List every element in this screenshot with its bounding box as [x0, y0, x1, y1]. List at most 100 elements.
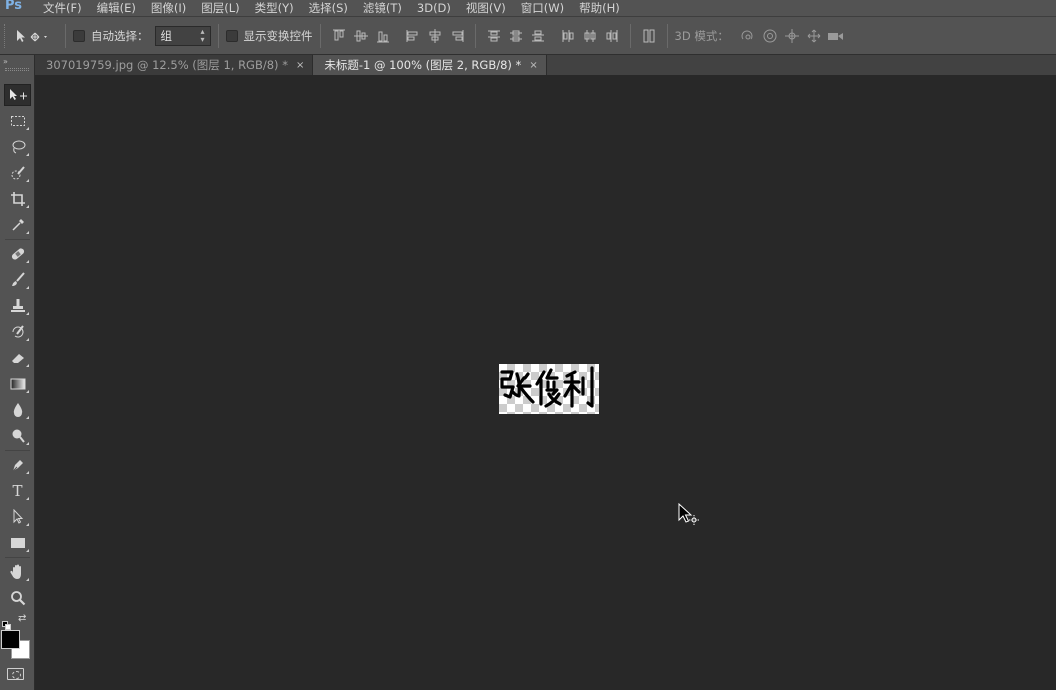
- blur-tool[interactable]: [4, 399, 31, 421]
- menu-file[interactable]: 文件(F): [36, 2, 90, 14]
- menu-help[interactable]: 帮助(H): [572, 2, 628, 14]
- distribute-bottom-edges-button[interactable]: [527, 25, 549, 47]
- separator: [65, 23, 66, 48]
- auto-select-checkbox[interactable]: [73, 29, 85, 42]
- type-tool[interactable]: T: [4, 480, 31, 502]
- distribute-left-icon: [562, 29, 573, 42]
- hand-tool[interactable]: [4, 561, 31, 583]
- rectangle-icon: [10, 538, 25, 548]
- move-cursor-icon: [678, 502, 702, 533]
- align-vertical-centers-button[interactable]: [350, 25, 372, 47]
- auto-select-dropdown[interactable]: 组 ▴ ▾: [154, 25, 211, 46]
- separator: [217, 23, 219, 48]
- menu-window[interactable]: 窗口(W): [514, 2, 572, 14]
- tab-untitled-1[interactable]: 未标题-1 @ 100% (图层 2, RGB/8) * ×: [313, 55, 547, 75]
- tab-307019759[interactable]: 307019759.jpg @ 12.5% (图层 1, RGB/8) * ×: [35, 55, 314, 75]
- toolbox-grip[interactable]: [5, 68, 29, 71]
- clone-stamp-tool[interactable]: [4, 295, 31, 317]
- divider: [5, 239, 30, 240]
- crop-tool[interactable]: [4, 188, 31, 210]
- distribute-right-edges-button[interactable]: [601, 25, 623, 47]
- 3d-roll-icon: [763, 29, 777, 42]
- brush-icon: [11, 272, 25, 286]
- zoom-tool[interactable]: [4, 587, 31, 609]
- move-tool-icon: [17, 29, 47, 42]
- lasso-tool[interactable]: [4, 136, 31, 158]
- align-left-icon: [406, 29, 417, 42]
- eyedropper-tool[interactable]: [4, 214, 31, 236]
- auto-select-label: 自动选择：: [91, 28, 149, 43]
- distribute-horizontal-centers-button[interactable]: [579, 25, 601, 47]
- stamp-icon: [10, 299, 25, 312]
- auto-align-layers-button[interactable]: [638, 25, 660, 47]
- 3d-rotate-button[interactable]: [737, 25, 759, 47]
- tab-label: 未标题-1 @ 100% (图层 2, RGB/8) *: [324, 58, 522, 72]
- 3d-drag-button[interactable]: [781, 25, 803, 47]
- distribute-left-edges-button[interactable]: [557, 25, 579, 47]
- rectangular-marquee-tool[interactable]: [4, 110, 31, 132]
- menu-edit[interactable]: 编辑(E): [90, 2, 144, 14]
- 3d-roll-button[interactable]: [759, 25, 781, 47]
- distribute-top-edges-button[interactable]: [483, 25, 505, 47]
- menu-view[interactable]: 视图(V): [459, 2, 514, 14]
- align-top-edges-button[interactable]: [328, 25, 350, 47]
- distribute-hcenter-icon: [584, 29, 595, 42]
- bandage-icon: [11, 248, 24, 260]
- separator: [319, 23, 321, 48]
- align-bottom-icon: [376, 31, 389, 42]
- signature-image: [500, 366, 594, 408]
- show-transform-controls-checkbox[interactable]: [225, 29, 238, 42]
- menu-image[interactable]: 图像(I): [144, 2, 194, 14]
- dodge-tool[interactable]: [4, 425, 31, 447]
- 3d-slide-button[interactable]: [803, 25, 825, 47]
- separator: [474, 23, 476, 48]
- eraser-tool[interactable]: [4, 347, 31, 369]
- history-brush-tool[interactable]: [4, 321, 31, 343]
- brush-tool[interactable]: [4, 269, 31, 291]
- move-tool[interactable]: [4, 84, 31, 106]
- spot-healing-brush-tool[interactable]: [4, 243, 31, 265]
- align-bottom-edges-button[interactable]: [372, 25, 394, 47]
- divider: [5, 450, 30, 451]
- distribute-vertical-centers-button[interactable]: [505, 25, 527, 47]
- collapse-toolbox-icon[interactable]: »: [3, 58, 8, 66]
- path-selection-tool[interactable]: [4, 506, 31, 528]
- gradient-tool[interactable]: [4, 373, 31, 395]
- menu-3d[interactable]: 3D(D): [410, 2, 459, 14]
- distribute-vcenter-icon: [509, 30, 522, 41]
- type-icon: T: [12, 482, 23, 500]
- menu-type[interactable]: 类型(Y): [248, 2, 302, 14]
- divider: [5, 557, 30, 558]
- distribute-top-icon: [487, 30, 500, 41]
- close-icon[interactable]: ×: [296, 60, 304, 71]
- swap-colors-icon[interactable]: ⇄: [18, 613, 26, 624]
- 3d-slide-icon: [807, 29, 821, 42]
- menu-select[interactable]: 选择(S): [302, 2, 356, 14]
- align-right-edges-button[interactable]: [446, 25, 468, 47]
- document-tab-bar: 307019759.jpg @ 12.5% (图层 1, RGB/8) * × …: [35, 55, 1056, 75]
- distribute-right-icon: [606, 29, 617, 42]
- eyedropper-icon: [11, 219, 24, 231]
- quick-selection-tool[interactable]: [4, 162, 31, 184]
- tool-preset-picker[interactable]: [14, 25, 58, 47]
- gradient-icon: [10, 378, 25, 390]
- rectangle-tool[interactable]: [4, 532, 31, 554]
- menu-layer[interactable]: 图层(L): [194, 2, 247, 14]
- blur-drop-icon: [13, 403, 22, 417]
- document-canvas[interactable]: [499, 364, 599, 414]
- align-left-edges-button[interactable]: [402, 25, 424, 47]
- 3d-scale-button[interactable]: [825, 25, 847, 47]
- menu-filter[interactable]: 滤镜(T): [356, 2, 410, 14]
- auto-align-icon: [643, 29, 654, 42]
- foreground-color-swatch[interactable]: [1, 630, 20, 649]
- align-hcenter-icon: [429, 28, 440, 43]
- options-bar-grip[interactable]: [4, 23, 10, 48]
- align-horizontal-centers-button[interactable]: [424, 25, 446, 47]
- pen-icon: [12, 460, 23, 472]
- close-icon[interactable]: ×: [529, 60, 537, 71]
- pen-tool[interactable]: [4, 454, 31, 476]
- quick-selection-icon: [11, 166, 25, 180]
- menu-bar: Ps 文件(F) 编辑(E) 图像(I) 图层(L) 类型(Y) 选择(S) 滤…: [0, 0, 1056, 16]
- auto-select-value: 组: [160, 28, 173, 43]
- quick-mask-button[interactable]: [7, 668, 24, 680]
